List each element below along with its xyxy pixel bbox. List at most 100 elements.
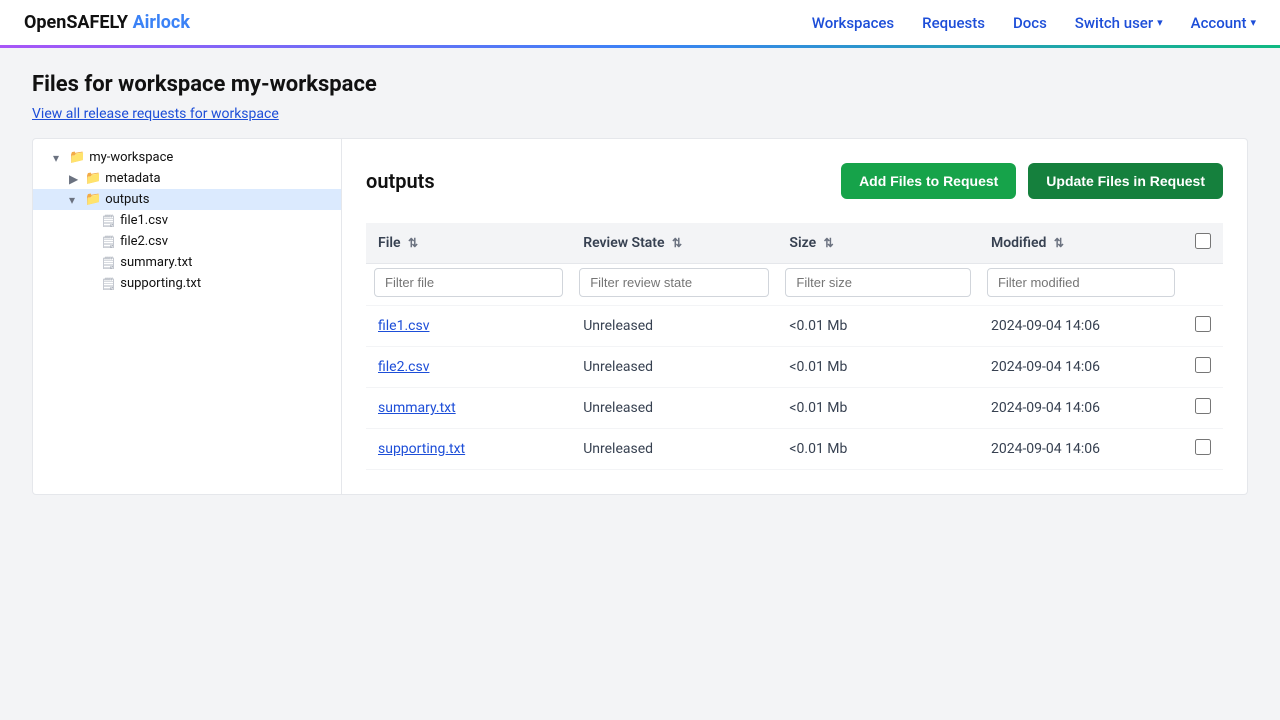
- account-chevron-icon: ▾: [1250, 16, 1256, 29]
- nav-workspaces[interactable]: Workspaces: [812, 14, 894, 32]
- cell-file: file1.csv: [366, 306, 571, 347]
- cell-size: <0.01 Mb: [777, 429, 979, 470]
- folder-icon: 📁: [85, 192, 101, 207]
- cell-modified: 2024-09-04 14:06: [979, 306, 1183, 347]
- folder-icon: 📁: [85, 171, 101, 186]
- account-dropdown[interactable]: Account ▾: [1191, 14, 1256, 32]
- col-size[interactable]: Size ⇅: [777, 223, 979, 264]
- row-checkbox[interactable]: [1195, 398, 1211, 414]
- table-row: file1.csvUnreleased<0.01 Mb2024-09-04 14…: [366, 306, 1223, 347]
- panel-title: outputs: [366, 169, 435, 193]
- filter-modified-input[interactable]: [987, 268, 1175, 297]
- col-modified-label: Modified: [991, 235, 1046, 251]
- action-buttons: Add Files to Request Update Files in Req…: [841, 163, 1223, 199]
- sidebar-item-metadata[interactable]: ▶ 📁 metadata: [33, 168, 341, 189]
- brand-suffix: Airlock: [133, 12, 190, 33]
- col-file-label: File: [378, 235, 401, 251]
- file-link[interactable]: summary.txt: [378, 400, 456, 416]
- cell-checkbox: [1183, 306, 1223, 347]
- file-link[interactable]: supporting.txt: [378, 441, 465, 457]
- sidebar-item-file2[interactable]: 🗒 file2.csv: [33, 231, 341, 252]
- file-icon: 🗒: [101, 214, 116, 228]
- table-row: supporting.txt Unreleased<0.01 Mb2024-09-…: [366, 429, 1223, 470]
- col-size-label: Size: [789, 235, 816, 251]
- sidebar-item-outputs[interactable]: ▾ 📁 outputs: [33, 189, 341, 210]
- row-checkbox[interactable]: [1195, 357, 1211, 373]
- table-body: file1.csvUnreleased<0.01 Mb2024-09-04 14…: [366, 306, 1223, 470]
- col-select-all[interactable]: [1183, 223, 1223, 264]
- switch-user-label: Switch user: [1075, 14, 1153, 32]
- sidebar-item-label: summary.txt: [120, 255, 192, 270]
- folder-icon: 📁: [69, 150, 85, 165]
- switch-user-chevron-icon: ▾: [1157, 16, 1163, 29]
- cell-file: summary.txt: [366, 388, 571, 429]
- table-row: summary.txtUnreleased<0.01 Mb2024-09-04 …: [366, 388, 1223, 429]
- col-review-state[interactable]: Review State ⇅: [571, 223, 777, 264]
- sidebar-item-file1[interactable]: 🗒 file1.csv: [33, 210, 341, 231]
- sidebar-item-label: file2.csv: [120, 234, 168, 249]
- cell-review-state: Unreleased: [571, 429, 777, 470]
- sort-modified-icon: ⇅: [1054, 236, 1064, 250]
- add-files-button[interactable]: Add Files to Request: [841, 163, 1016, 199]
- update-files-button[interactable]: Update Files in Request: [1028, 163, 1223, 199]
- page: Files for workspace my-workspace View al…: [0, 48, 1280, 519]
- sort-size-icon: ⇅: [824, 236, 834, 250]
- cell-review-state: Unreleased: [571, 388, 777, 429]
- col-modified[interactable]: Modified ⇅: [979, 223, 1183, 264]
- row-checkbox[interactable]: [1195, 316, 1211, 332]
- table-row: file2.csvUnreleased<0.01 Mb2024-09-04 14…: [366, 347, 1223, 388]
- sidebar-item-summary[interactable]: 🗒 summary.txt: [33, 252, 341, 273]
- sort-file-icon: ⇅: [408, 236, 418, 250]
- sidebar: ▾ 📁 my-workspace ▶ 📁 metadata ▾ 📁 output…: [32, 138, 342, 495]
- panel-header: outputs Add Files to Request Update File…: [366, 163, 1223, 199]
- filter-size-input[interactable]: [785, 268, 971, 297]
- sidebar-item-label: file1.csv: [120, 213, 168, 228]
- filter-modified-cell: [979, 264, 1183, 306]
- file-icon: 🗒: [101, 256, 116, 270]
- page-subtitle: View all release requests for workspace: [32, 103, 1248, 122]
- content-area: ▾ 📁 my-workspace ▶ 📁 metadata ▾ 📁 output…: [32, 138, 1248, 495]
- collapse-icon: ▾: [53, 151, 65, 165]
- filter-size-cell: [777, 264, 979, 306]
- sidebar-item-label: outputs: [105, 192, 149, 207]
- cell-checkbox: [1183, 347, 1223, 388]
- release-requests-link[interactable]: View all release requests for workspace: [32, 106, 279, 122]
- cell-file: file2.csv: [366, 347, 571, 388]
- col-file[interactable]: File ⇅: [366, 223, 571, 264]
- nav-docs[interactable]: Docs: [1013, 14, 1047, 32]
- account-label: Account: [1191, 14, 1247, 32]
- cell-checkbox: [1183, 429, 1223, 470]
- sidebar-item-supporting[interactable]: 🗒 supporting.txt: [33, 273, 341, 294]
- expand-icon: ▶: [69, 172, 81, 186]
- files-table: File ⇅ Review State ⇅ Size ⇅ Modified: [366, 223, 1223, 470]
- table-header-row: File ⇅ Review State ⇅ Size ⇅ Modified: [366, 223, 1223, 264]
- cell-size: <0.01 Mb: [777, 306, 979, 347]
- sidebar-item-label: supporting.txt: [120, 276, 201, 291]
- cell-size: <0.01 Mb: [777, 347, 979, 388]
- cell-checkbox: [1183, 388, 1223, 429]
- page-title: Files for workspace my-workspace: [32, 72, 1248, 97]
- cell-modified: 2024-09-04 14:06: [979, 388, 1183, 429]
- file-link[interactable]: file1.csv: [378, 318, 429, 334]
- sort-review-icon: ⇅: [672, 236, 682, 250]
- file-icon: 🗒: [101, 235, 116, 249]
- cell-modified: 2024-09-04 14:06: [979, 429, 1183, 470]
- col-review-label: Review State: [583, 235, 664, 251]
- switch-user-dropdown[interactable]: Switch user ▾: [1075, 14, 1163, 32]
- filter-checkbox-cell: [1183, 264, 1223, 306]
- row-checkbox[interactable]: [1195, 439, 1211, 455]
- filter-review-input[interactable]: [579, 268, 769, 297]
- brand: OpenSAFELY Airlock: [24, 12, 190, 33]
- sidebar-item-my-workspace[interactable]: ▾ 📁 my-workspace: [33, 147, 341, 168]
- sidebar-item-label: metadata: [105, 171, 160, 186]
- file-icon: 🗒: [101, 277, 116, 291]
- cell-modified: 2024-09-04 14:06: [979, 347, 1183, 388]
- filter-review-cell: [571, 264, 777, 306]
- filter-file-input[interactable]: [374, 268, 563, 297]
- nav-requests[interactable]: Requests: [922, 14, 985, 32]
- collapse-icon: ▾: [69, 193, 81, 207]
- cell-file: supporting.txt: [366, 429, 571, 470]
- filter-row: [366, 264, 1223, 306]
- select-all-checkbox[interactable]: [1195, 233, 1211, 249]
- file-link[interactable]: file2.csv: [378, 359, 429, 375]
